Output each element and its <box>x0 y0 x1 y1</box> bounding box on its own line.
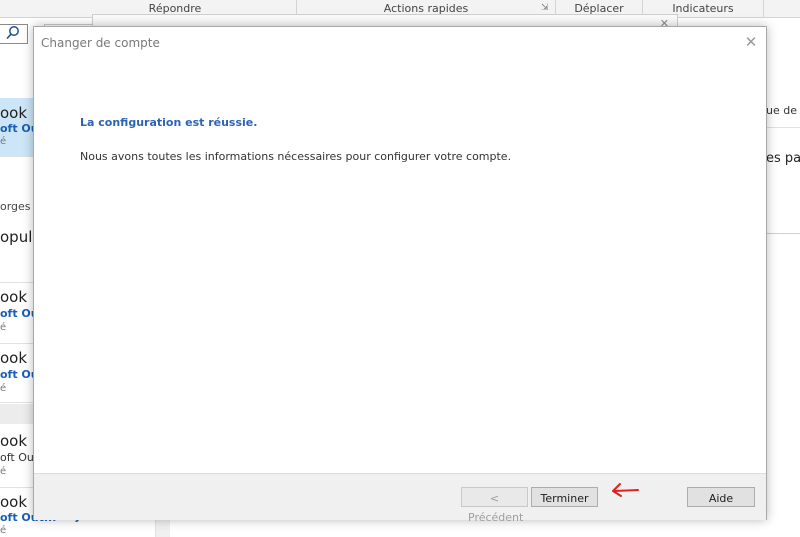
message-preview: é <box>0 383 7 394</box>
dialog-footer: < Précédent Terminer Aide <box>34 473 766 524</box>
dialog-launcher-icon[interactable]: ⇲ <box>541 3 549 13</box>
message-preview: é <box>0 136 7 147</box>
message-sender: ook <box>0 432 28 450</box>
previous-button[interactable]: < Précédent <box>461 487 528 524</box>
red-arrow-annotation-icon <box>612 483 639 497</box>
message-preview-line: orges <box>0 200 31 213</box>
message-preview: é <box>0 322 7 333</box>
reading-pane-text: ue de c <box>766 104 800 117</box>
message-sender: ook <box>0 104 28 122</box>
search-icon[interactable] <box>5 25 21 41</box>
message-preview: é <box>0 525 7 536</box>
help-button[interactable]: Aide <box>687 487 755 507</box>
finish-button[interactable]: Terminer <box>531 487 598 507</box>
divider <box>766 233 800 234</box>
message-preview: é <box>0 466 7 477</box>
message-sender: ook <box>0 493 28 511</box>
message-sender: ook <box>0 349 28 367</box>
reading-pane: ue de c es para <box>766 0 800 537</box>
dialog-title: Changer de compte <box>41 36 160 50</box>
success-message: Nous avons toutes les informations néces… <box>80 150 512 163</box>
reading-pane-text: es para <box>766 151 800 166</box>
close-icon[interactable]: ✕ <box>742 33 760 51</box>
change-account-dialog: Changer de compte ✕ La configuration est… <box>33 26 767 524</box>
divider <box>766 127 800 128</box>
message-sender: ook <box>0 288 28 306</box>
success-heading: La configuration est réussie. <box>80 116 258 129</box>
